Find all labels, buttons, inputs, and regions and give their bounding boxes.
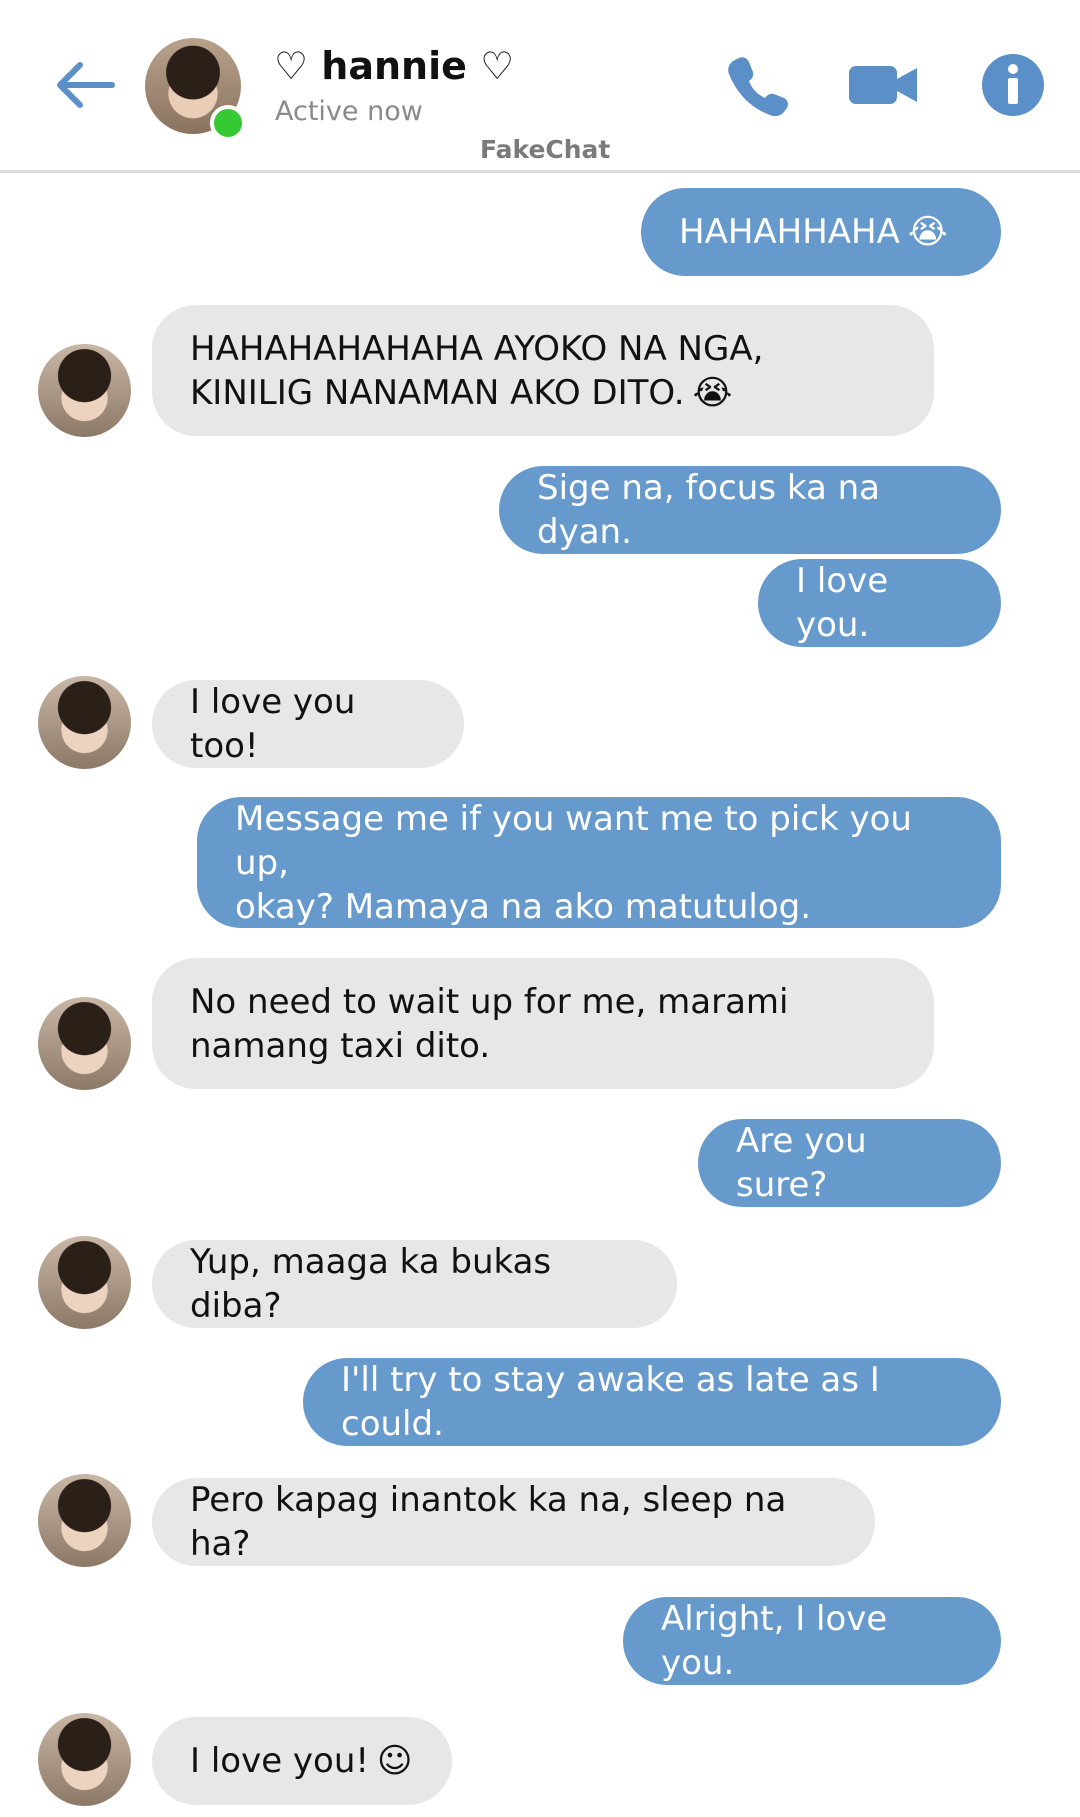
message-text: I love you too! bbox=[190, 682, 356, 766]
outgoing-message[interactable]: Sige na, focus ka na dyan. bbox=[499, 466, 1001, 554]
outgoing-message[interactable]: I love you. bbox=[758, 559, 1001, 647]
message-text: No need to wait up for me, marami namang… bbox=[190, 981, 789, 1066]
message-text: Alright, I love you. bbox=[661, 1599, 888, 1683]
outgoing-message[interactable]: Are you sure? bbox=[698, 1119, 1001, 1207]
incoming-message[interactable]: I love you! ☺ bbox=[152, 1717, 452, 1805]
message-text: I'll try to stay awake as late as I coul… bbox=[341, 1360, 880, 1444]
outgoing-message[interactable]: HAHAHHAHA 😭 bbox=[641, 188, 1001, 276]
message-text: I love you! ☺ bbox=[190, 1741, 413, 1781]
message-text: Yup, maaga ka bukas diba? bbox=[190, 1242, 552, 1326]
message-text: HAHAHAHAHAHA AYOKO NA NGA, KINILIG NANAM… bbox=[190, 328, 764, 413]
message-text: Are you sure? bbox=[736, 1121, 867, 1205]
smiling-emoji: ☺ bbox=[377, 1741, 413, 1781]
message-text: I love you. bbox=[796, 561, 889, 645]
outgoing-message[interactable]: Message me if you want me to pick you up… bbox=[197, 797, 1001, 928]
contact-avatar bbox=[38, 1713, 131, 1806]
incoming-message[interactable]: Yup, maaga ka bukas diba? bbox=[152, 1240, 677, 1328]
message-text: Message me if you want me to pick you up… bbox=[235, 798, 912, 927]
message-text: HAHAHHAHA bbox=[679, 212, 900, 252]
contact-avatar bbox=[38, 997, 131, 1090]
message-text: Sige na, focus ka na dyan. bbox=[537, 468, 880, 552]
contact-avatar bbox=[38, 344, 131, 437]
crying-emoji: 😭 bbox=[692, 372, 733, 413]
message-text: Pero kapag inantok ka na, sleep na ha? bbox=[190, 1480, 787, 1564]
incoming-message[interactable]: No need to wait up for me, marami namang… bbox=[152, 958, 934, 1089]
outgoing-message[interactable]: I'll try to stay awake as late as I coul… bbox=[303, 1358, 1001, 1446]
contact-avatar bbox=[38, 676, 131, 769]
outgoing-message[interactable]: Alright, I love you. bbox=[623, 1597, 1001, 1685]
contact-avatar bbox=[38, 1474, 131, 1567]
incoming-message[interactable]: Pero kapag inantok ka na, sleep na ha? bbox=[152, 1478, 875, 1566]
incoming-message[interactable]: I love you too! bbox=[152, 680, 464, 768]
incoming-message[interactable]: HAHAHAHAHAHA AYOKO NA NGA, KINILIG NANAM… bbox=[152, 305, 934, 436]
crying-emoji: 😭 bbox=[907, 212, 948, 252]
contact-avatar bbox=[38, 1236, 131, 1329]
message-thread: HAHAHHAHA 😭 HAHAHAHAHAHA AYOKO NA NGA, KI… bbox=[0, 0, 1080, 1817]
